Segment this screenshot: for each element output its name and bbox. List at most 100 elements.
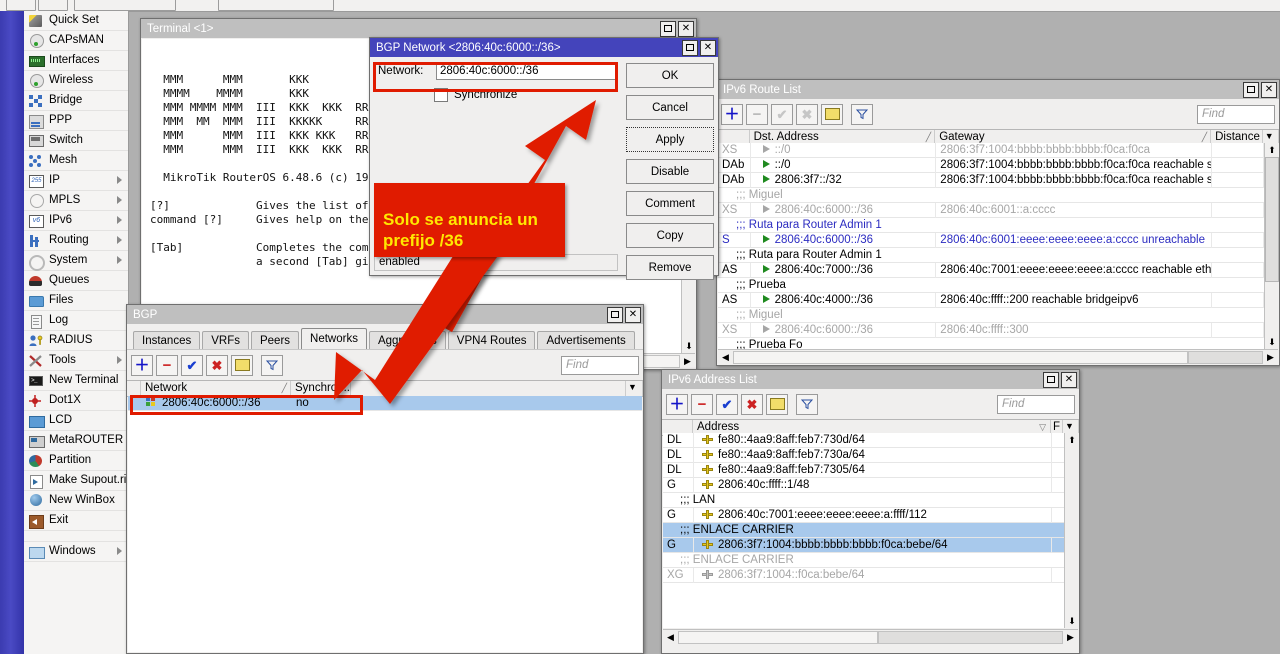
bgp-list-rows[interactable]: 2806:40c:6000::/36 no	[128, 396, 642, 652]
sidebar-item-bridge[interactable]: Bridge	[24, 91, 128, 111]
ok-button[interactable]: OK	[626, 63, 714, 88]
terminal-maximize-button[interactable]	[660, 21, 676, 37]
route-list-vscrollbar[interactable]: ⬆ ⬇	[1264, 143, 1279, 349]
tab-networks[interactable]: Networks	[301, 328, 367, 349]
address-comment-row[interactable]: ;;; ENLACE CARRIER	[663, 553, 1064, 568]
route-row[interactable]: DAb::/02806:3f7:1004:bbbb:bbbb:bbbb:f0ca…	[718, 158, 1264, 173]
address-list-titlebar[interactable]: IPv6 Address List ✕	[662, 370, 1079, 389]
terminal-scroll-down[interactable]: ⬇	[682, 339, 696, 353]
sidebar-item-mpls[interactable]: MPLS	[24, 191, 128, 211]
route-scroll-right[interactable]: ▶	[1263, 351, 1278, 364]
address-list-hscrollbar[interactable]: ◀ ▶	[663, 629, 1078, 645]
route-row[interactable]: S2806:40c:6000::/362806:40c:6001:eeee:ee…	[718, 233, 1264, 248]
bgp-disable-button[interactable]: ✖	[206, 355, 228, 376]
address-remove-button[interactable]: −	[691, 394, 713, 415]
tab-vpn4-routes[interactable]: VPN4 Routes	[448, 331, 536, 349]
route-row[interactable]: XS2806:40c:6000::/362806:40c:6001::a:ccc…	[718, 203, 1264, 218]
sidebar-item-ppp[interactable]: PPP	[24, 111, 128, 131]
route-disable-button[interactable]: ✖	[796, 104, 818, 125]
route-comment-row[interactable]: ;;; Ruta para Router Admin 1	[718, 218, 1264, 233]
route-row[interactable]: XS::/02806:3f7:1004:bbbb:bbbb:bbbb:f0ca:…	[718, 143, 1264, 158]
address-scroll-right[interactable]: ▶	[1063, 631, 1078, 644]
bgp-col-flags[interactable]	[127, 381, 141, 396]
address-disable-button[interactable]: ✖	[741, 394, 763, 415]
sidebar-item-make-supout[interactable]: Make Supout.rif	[24, 471, 128, 491]
bgp-remove-button[interactable]: −	[156, 355, 178, 376]
address-comment-row[interactable]: ;;; LAN	[663, 493, 1064, 508]
route-list-titlebar[interactable]: IPv6 Route List ✕	[717, 80, 1279, 99]
bgp-close-button[interactable]: ✕	[625, 307, 641, 323]
address-filter-button[interactable]	[796, 394, 818, 415]
address-scroll-down[interactable]: ⬇	[1065, 614, 1079, 628]
sidebar-item-files[interactable]: Files	[24, 291, 128, 311]
route-filter-button[interactable]	[851, 104, 873, 125]
address-row[interactable]: DLfe80::4aa9:8aff:feb7:7305/64	[663, 463, 1064, 478]
sidebar-item-switch[interactable]: Switch	[24, 131, 128, 151]
bgp-network-close-button[interactable]: ✕	[700, 40, 716, 56]
address-row[interactable]: DLfe80::4aa9:8aff:feb7:730a/64	[663, 448, 1064, 463]
route-add-button[interactable]: ＋	[721, 104, 743, 125]
sidebar-item-radius[interactable]: RADIUS	[24, 331, 128, 351]
tab-aggregates[interactable]: Aggregates	[369, 331, 446, 349]
tab-peers[interactable]: Peers	[251, 331, 299, 349]
route-list-hscrollbar[interactable]: ◀ ▶	[718, 349, 1278, 365]
sidebar-item-interfaces[interactable]: Interfaces	[24, 51, 128, 71]
address-list-vscrollbar[interactable]: ⬆ ⬇	[1064, 433, 1079, 628]
ipv6-address-list-window[interactable]: IPv6 Address List ✕ ＋ − ✔ ✖ Find Address…	[661, 369, 1080, 654]
route-comment-button[interactable]	[821, 104, 843, 125]
route-comment-row[interactable]: ;;; Prueba	[718, 278, 1264, 293]
sidebar-item-exit[interactable]: Exit	[24, 511, 128, 531]
sidebar-item-mesh[interactable]: Mesh	[24, 151, 128, 171]
bgp-filter-button[interactable]	[261, 355, 283, 376]
route-remove-button[interactable]: −	[746, 104, 768, 125]
address-add-button[interactable]: ＋	[666, 394, 688, 415]
route-comment-row[interactable]: ;;; Prueba Fo	[718, 338, 1264, 349]
apply-button[interactable]: Apply	[626, 127, 714, 152]
route-row[interactable]: AS2806:40c:4000::/362806:40c:ffff::200 r…	[718, 293, 1264, 308]
address-list-rows[interactable]: DLfe80::4aa9:8aff:feb7:730d/64DLfe80::4a…	[663, 433, 1064, 628]
toolbar-button-2[interactable]	[38, 0, 68, 11]
route-list-maximize-button[interactable]	[1243, 82, 1259, 98]
sidebar-item-ipv6[interactable]: v6 IPv6	[24, 211, 128, 231]
bgp-find-input[interactable]: Find	[561, 356, 639, 375]
sidebar-item-quick-set[interactable]: Quick Set	[24, 11, 128, 31]
sidebar-item-capsman[interactable]: CAPsMAN	[24, 31, 128, 51]
address-comment-row[interactable]: ;;; ENLACE CARRIER	[663, 523, 1064, 538]
address-row[interactable]: DLfe80::4aa9:8aff:feb7:730d/64	[663, 433, 1064, 448]
address-scroll-up[interactable]: ⬆	[1065, 433, 1079, 447]
bgp-network-maximize-button[interactable]	[682, 40, 698, 56]
toolbar-button-1[interactable]	[6, 0, 36, 11]
sidebar-item-log[interactable]: Log	[24, 311, 128, 331]
route-scroll-up[interactable]: ⬆	[1265, 143, 1279, 157]
address-row[interactable]: G2806:40c:7001:eeee:eeee:eeee:a:ffff/112	[663, 508, 1064, 523]
remove-button[interactable]: Remove	[626, 255, 714, 280]
bgp-window[interactable]: BGP ✕ Instances VRFs Peers Networks Aggr…	[126, 304, 644, 654]
sidebar-item-queues[interactable]: Queues	[24, 271, 128, 291]
address-comment-button[interactable]	[766, 394, 788, 415]
bgp-network-row[interactable]: 2806:40c:6000::/36 no	[128, 396, 642, 411]
route-row[interactable]: DAb2806:3f7::/322806:3f7:1004:bbbb:bbbb:…	[718, 173, 1264, 188]
bgp-col-network[interactable]: Network ╱	[141, 381, 291, 396]
address-row[interactable]: G2806:3f7:1004:bbbb:bbbb:bbbb:f0ca:bebe/…	[663, 538, 1064, 553]
disable-button[interactable]: Disable	[626, 159, 714, 184]
comment-button[interactable]: Comment	[626, 191, 714, 216]
address-hscroll-track[interactable]	[678, 631, 1063, 644]
cancel-button[interactable]: Cancel	[626, 95, 714, 120]
route-row[interactable]: AS2806:40c:7000::/362806:40c:7001:eeee:e…	[718, 263, 1264, 278]
address-row[interactable]: XG2806:3f7:1004::f0ca:bebe/64	[663, 568, 1064, 583]
address-find-input[interactable]: Find	[997, 395, 1075, 414]
sidebar-item-tools[interactable]: Tools	[24, 351, 128, 371]
copy-button[interactable]: Copy	[626, 223, 714, 248]
route-list-close-button[interactable]: ✕	[1261, 82, 1277, 98]
tab-advertisements[interactable]: Advertisements	[537, 331, 634, 349]
toolbar-button-4[interactable]	[218, 0, 334, 11]
sidebar-item-partition[interactable]: Partition	[24, 451, 128, 471]
bgp-maximize-button[interactable]	[607, 307, 623, 323]
sidebar-item-lcd[interactable]: LCD	[24, 411, 128, 431]
terminal-scroll-right[interactable]: ▶	[680, 355, 695, 368]
terminal-titlebar[interactable]: Terminal <1> ✕	[141, 19, 696, 38]
bgp-network-titlebar[interactable]: BGP Network <2806:40c:6000::/36> ✕	[370, 38, 718, 57]
route-scroll-left[interactable]: ◀	[718, 351, 733, 364]
route-comment-row[interactable]: ;;; Miguel	[718, 308, 1264, 323]
route-hscroll-track[interactable]	[733, 351, 1263, 364]
